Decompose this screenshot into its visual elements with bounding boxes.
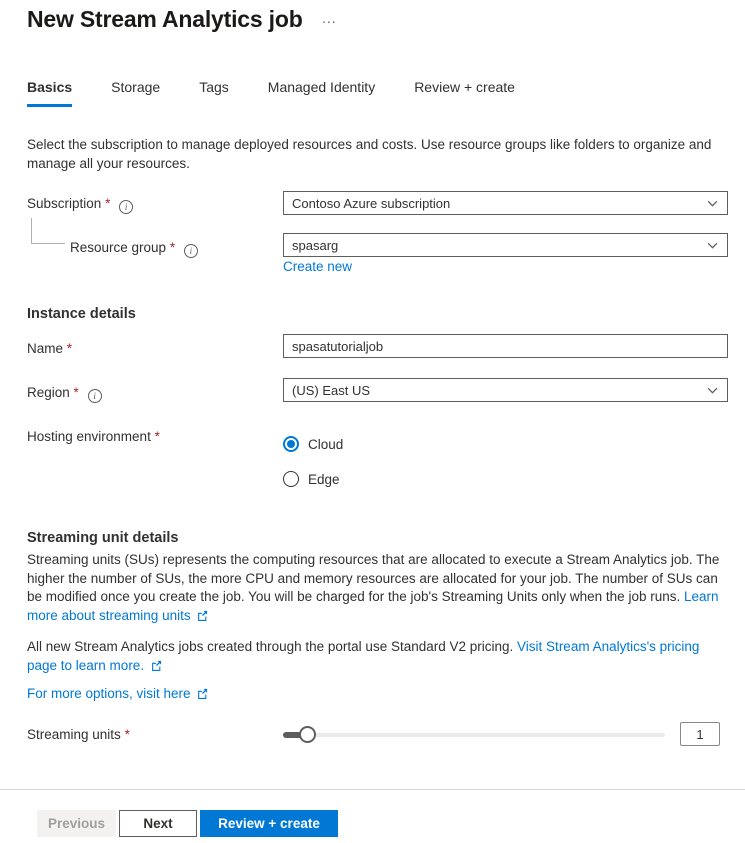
wizard-tabs: Basics Storage Tags Managed Identity Rev… — [27, 79, 554, 107]
required-asterisk: * — [155, 429, 160, 444]
context-menu-ellipsis-icon[interactable]: ... — [322, 10, 337, 26]
tab-basics[interactable]: Basics — [27, 79, 72, 107]
chevron-down-icon — [706, 197, 719, 210]
required-asterisk: * — [105, 196, 110, 211]
streaming-units-label: Streaming units * — [27, 727, 130, 742]
subscription-label: Subscription * i — [27, 196, 133, 214]
footer-divider — [0, 789, 745, 790]
streaming-units-slider-handle[interactable] — [299, 726, 316, 743]
next-button[interactable]: Next — [119, 810, 197, 837]
resource-group-label: Resource group * i — [70, 240, 198, 258]
previous-button[interactable]: Previous — [37, 810, 116, 837]
hosting-environment-label: Hosting environment * — [27, 429, 160, 444]
required-asterisk: * — [74, 385, 79, 400]
instance-details-heading: Instance details — [27, 306, 136, 322]
more-options-link[interactable]: For more options, visit here — [27, 686, 191, 701]
resource-group-dropdown[interactable]: spasarg — [283, 233, 728, 257]
name-input[interactable] — [283, 334, 728, 358]
radio-cloud[interactable]: Cloud — [283, 436, 343, 452]
streaming-units-slider-track[interactable] — [283, 733, 665, 737]
region-label: Region * i — [27, 385, 102, 403]
radio-unselected-icon — [283, 471, 299, 487]
streaming-units-input[interactable] — [680, 722, 720, 746]
info-icon[interactable]: i — [119, 200, 133, 214]
streaming-units-description: Streaming units (SUs) represents the com… — [27, 551, 724, 625]
more-options-line: For more options, visit here — [27, 686, 208, 701]
streaming-unit-details-heading: Streaming unit details — [27, 530, 178, 546]
required-asterisk: * — [125, 727, 130, 742]
required-asterisk: * — [67, 341, 72, 356]
external-link-icon — [197, 688, 208, 699]
chevron-down-icon — [706, 239, 719, 252]
info-icon[interactable]: i — [184, 244, 198, 258]
tab-tags[interactable]: Tags — [199, 79, 229, 107]
required-asterisk: * — [170, 240, 175, 255]
radio-selected-icon — [283, 436, 299, 452]
new-stream-analytics-job-blade: New Stream Analytics job ... Basics Stor… — [0, 0, 745, 843]
pricing-text: All new Stream Analytics jobs created th… — [27, 638, 724, 675]
tab-managed-identity[interactable]: Managed Identity — [268, 79, 375, 107]
intro-text: Select the subscription to manage deploy… — [27, 135, 721, 173]
create-new-link[interactable]: Create new — [283, 259, 352, 274]
external-link-icon — [197, 610, 208, 621]
page-title: New Stream Analytics job — [27, 6, 303, 33]
chevron-down-icon — [706, 384, 719, 397]
radio-edge[interactable]: Edge — [283, 471, 340, 487]
name-label: Name * — [27, 341, 72, 356]
tab-storage[interactable]: Storage — [111, 79, 160, 107]
review-create-button[interactable]: Review + create — [200, 810, 338, 837]
region-dropdown[interactable]: (US) East US — [283, 378, 728, 402]
tab-review-create[interactable]: Review + create — [414, 79, 515, 107]
external-link-icon — [151, 660, 162, 671]
subscription-dropdown[interactable]: Contoso Azure subscription — [283, 191, 728, 215]
info-icon[interactable]: i — [88, 389, 102, 403]
resource-group-connector — [31, 218, 65, 244]
